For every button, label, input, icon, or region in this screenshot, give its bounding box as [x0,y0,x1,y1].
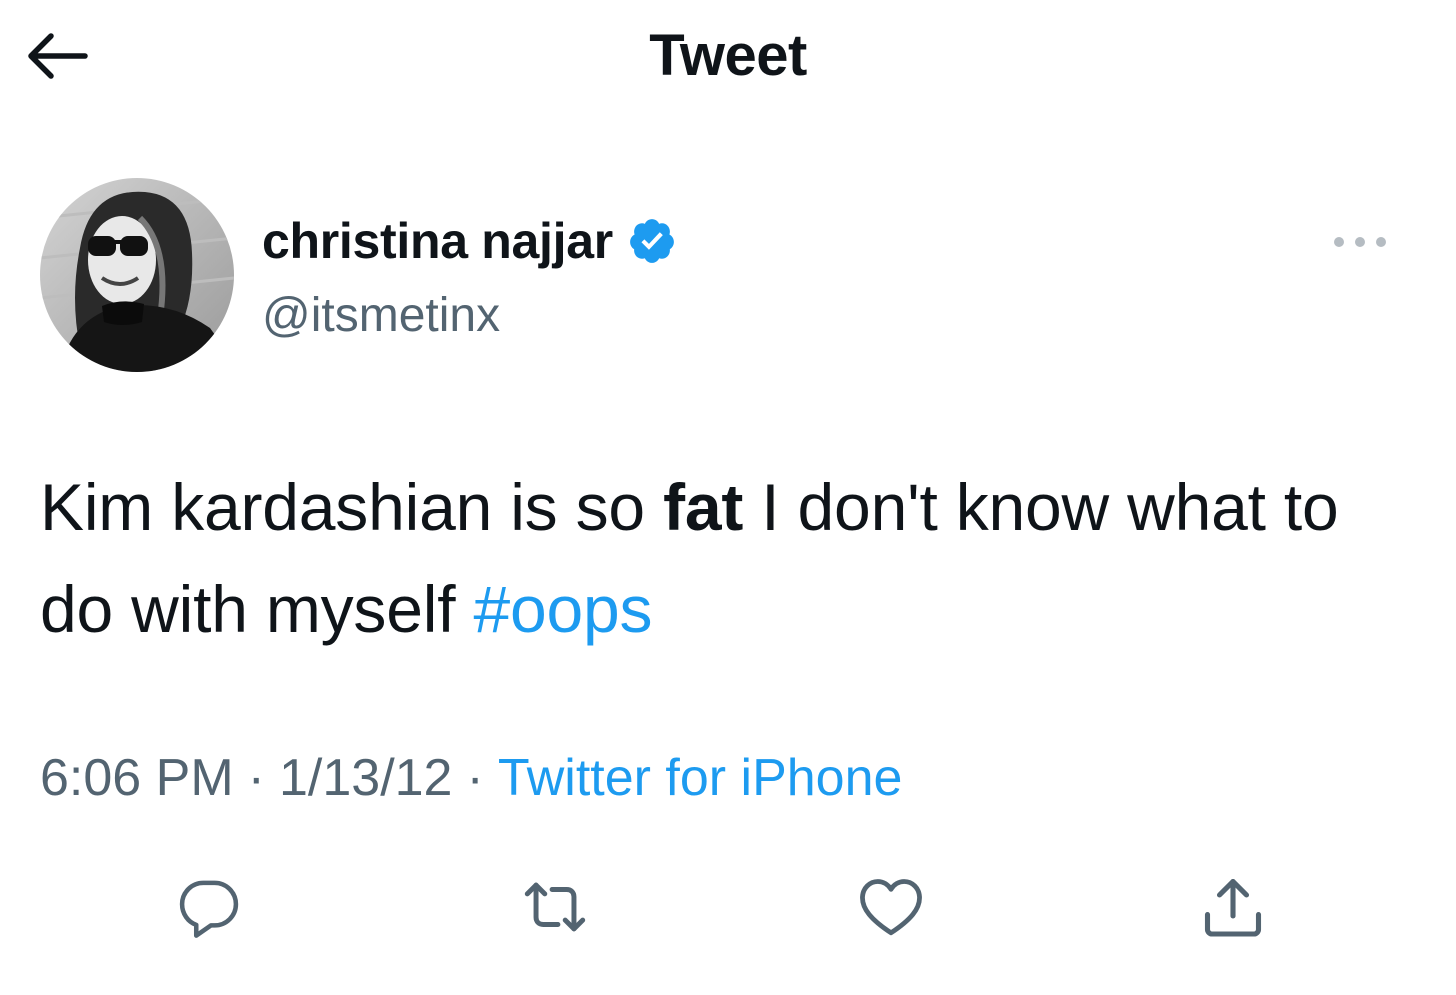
tweet-actions [0,862,1456,952]
tweet-meta: 6:06 PM · 1/13/12 · Twitter for iPhone [40,748,902,808]
share-icon [1204,878,1262,937]
hashtag-link[interactable]: #oops [473,572,652,646]
verified-badge-icon [630,219,674,263]
author-names: christina najjar @itsmetinx [262,208,677,343]
display-name-row: christina najjar [262,208,677,274]
share-button[interactable] [1188,862,1278,952]
tweet-text: Kim kardashian is so fat I don't know wh… [40,456,1420,660]
avatar-photo [40,178,234,372]
tweet-text-bold: fat [663,470,744,544]
like-button[interactable] [846,862,936,952]
reply-button[interactable] [164,862,254,952]
tweet-date[interactable]: 1/13/12 [279,749,453,807]
more-dots-icon [1334,237,1386,247]
tweet-header: Tweet [0,0,1456,118]
retweet-button[interactable] [510,862,600,952]
retweet-icon [524,882,586,932]
meta-separator: · [466,749,484,807]
display-name[interactable]: christina najjar [262,212,613,270]
page-title: Tweet [649,23,807,88]
tweet-source-link[interactable]: Twitter for iPhone [498,749,903,807]
avatar[interactable] [40,178,234,372]
tweet-time[interactable]: 6:06 PM [40,749,234,807]
tweet-text-part1: Kim kardashian is so [40,470,664,544]
meta-separator: · [247,749,265,807]
more-options-button[interactable] [1320,222,1400,262]
author-handle[interactable]: @itsmetinx [262,288,677,343]
heart-icon [860,879,922,936]
reply-icon [179,880,239,938]
tweet-author: christina najjar @itsmetinx [40,178,1420,378]
